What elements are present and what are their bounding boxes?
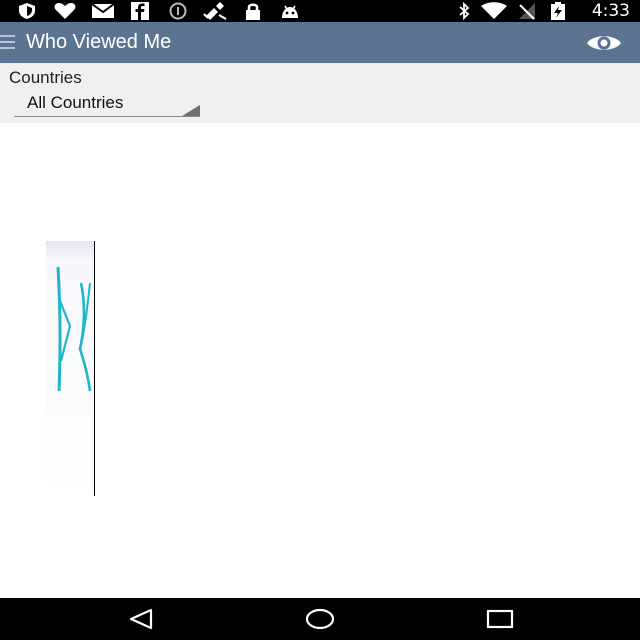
app-bar: Who Viewed Me [0, 22, 640, 63]
shield-icon [16, 2, 38, 20]
back-icon[interactable] [127, 607, 155, 631]
screen: 4:33 Who Viewed Me Countries All Countri… [0, 0, 640, 640]
country-dropdown[interactable]: All Countries [14, 92, 200, 117]
facebook-icon [129, 2, 151, 20]
bluetooth-icon [453, 2, 475, 20]
menu-icon[interactable] [0, 35, 15, 50]
data-saver-icon [167, 2, 189, 20]
countries-label: Countries [9, 68, 82, 87]
status-bar: 4:33 [0, 0, 640, 22]
satellite-icon [202, 2, 228, 20]
content-area [0, 123, 640, 598]
android-icon [279, 2, 301, 20]
navigation-bar [0, 598, 640, 640]
country-filter: Countries All Countries [0, 63, 640, 123]
no-signal-icon [516, 2, 538, 20]
battery-charging-icon [548, 2, 568, 20]
lock-icon [242, 2, 264, 20]
wifi-icon [480, 2, 508, 20]
country-dropdown-value: All Countries [27, 93, 124, 112]
eye-icon[interactable] [586, 31, 622, 55]
partial-logo-image [46, 241, 96, 496]
mail-icon [90, 2, 116, 20]
heart-icon [52, 2, 78, 20]
home-icon[interactable] [305, 607, 335, 631]
dropdown-arrow-icon [182, 105, 200, 116]
status-time: 4:33 [591, 1, 630, 21]
app-title: Who Viewed Me [26, 31, 172, 53]
recents-icon[interactable] [486, 607, 514, 631]
